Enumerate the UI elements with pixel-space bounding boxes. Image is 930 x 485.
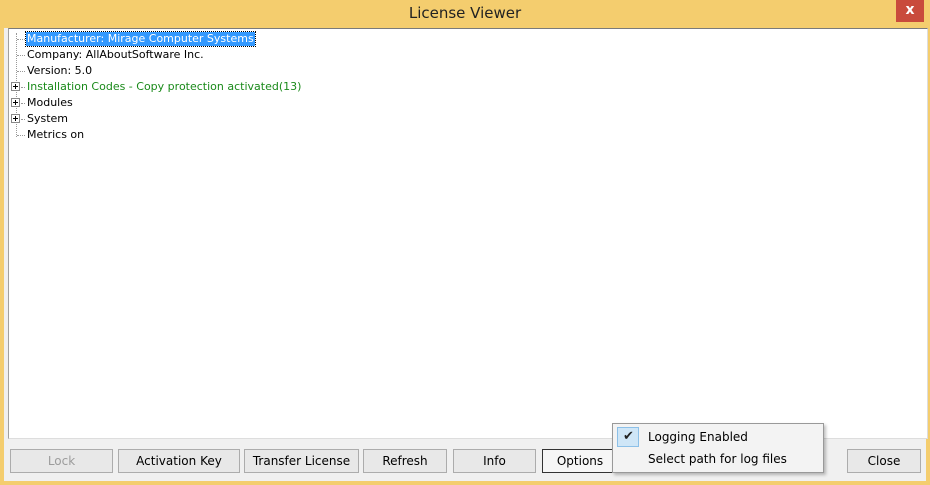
checkmark-icon: ✔ [617, 427, 639, 447]
tree-connector [17, 39, 25, 40]
options-button[interactable]: Options [542, 449, 618, 473]
menu-item-select-log-path[interactable]: Select path for log files [614, 448, 822, 470]
tree-connector [21, 103, 25, 104]
lock-button[interactable]: Lock [10, 449, 113, 473]
tree-item-label[interactable]: System [26, 112, 69, 126]
menu-item-label[interactable]: Logging Enabled [648, 430, 748, 444]
license-tree[interactable]: Manufacturer: Mirage Computer Systems Co… [8, 28, 928, 439]
activation-key-button[interactable]: Activation Key [118, 449, 240, 473]
transfer-license-button[interactable]: Transfer License [244, 449, 359, 473]
options-menu: ✔ Logging Enabled Select path for log fi… [612, 423, 824, 473]
expand-plus-icon[interactable] [11, 98, 20, 107]
license-viewer-window: License Viewer x Manufacturer: Mirage Co… [0, 0, 930, 485]
tree-item-label[interactable]: Manufacturer: Mirage Computer Systems [25, 31, 256, 47]
title-bar: License Viewer x [0, 0, 930, 28]
expand-plus-icon[interactable] [11, 82, 20, 91]
tree-connector [21, 119, 25, 120]
tree-connector [17, 71, 25, 72]
expand-plus-icon[interactable] [11, 114, 20, 123]
tree-item-label[interactable]: Company: AllAboutSoftware Inc. [26, 48, 205, 62]
refresh-button[interactable]: Refresh [363, 449, 447, 473]
tree-connector [21, 87, 25, 88]
client-area: Manufacturer: Mirage Computer Systems Co… [4, 28, 928, 481]
menu-item-label[interactable]: Select path for log files [648, 452, 787, 466]
tree-item-label[interactable]: Metrics on [26, 128, 85, 142]
info-button[interactable]: Info [453, 449, 536, 473]
tree-item-label[interactable]: Installation Codes - Copy protection act… [26, 80, 302, 94]
tree-item-label[interactable]: Modules [26, 96, 74, 110]
menu-item-logging-enabled[interactable]: ✔ Logging Enabled [614, 426, 822, 448]
window-close-icon[interactable]: x [896, 0, 924, 22]
close-button[interactable]: Close [847, 449, 921, 473]
tree-item-label[interactable]: Version: 5.0 [26, 64, 93, 78]
tree-connector [17, 55, 25, 56]
tree-connector [17, 135, 25, 136]
window-title: License Viewer [408, 4, 522, 22]
